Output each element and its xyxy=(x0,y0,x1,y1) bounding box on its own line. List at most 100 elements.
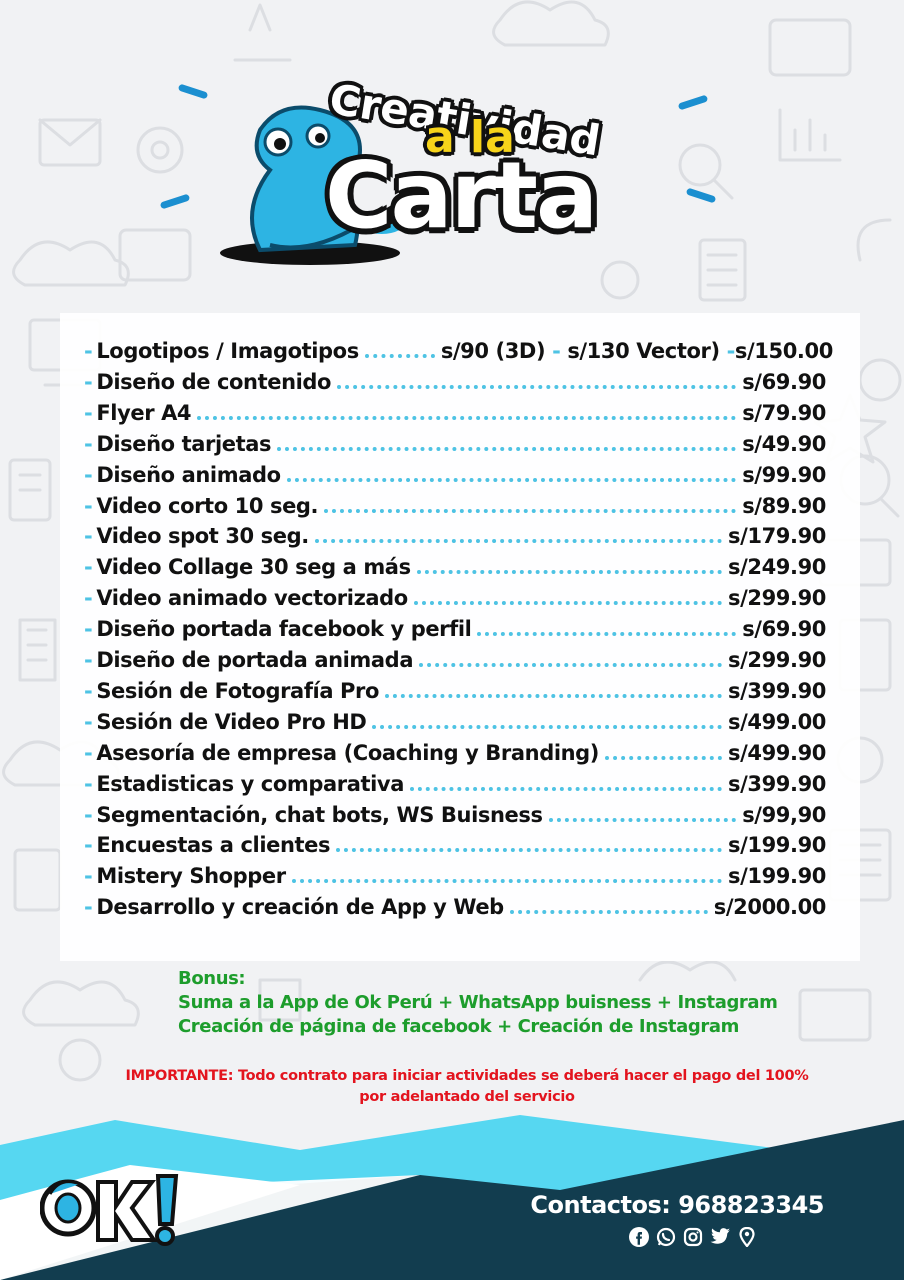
bullet-dash: - xyxy=(84,431,93,456)
price-row: - Mistery Shopper s/199.90 xyxy=(84,864,826,895)
service-variants: s/90 (3D) - s/130 Vector) - xyxy=(440,339,736,363)
service-price: s/150.00 xyxy=(734,339,833,363)
service-name: Video Collage 30 seg a más xyxy=(96,555,411,580)
dotted-leader xyxy=(324,503,737,513)
price-row-logotipos: - Logotipos / Imagotipos s/90 (3D) - s/1… xyxy=(84,339,833,370)
important-line-2: por adelantado del servicio xyxy=(359,1089,575,1105)
price-row: - Flyer A4 s/79.90 xyxy=(84,401,826,432)
service-name: Mistery Shopper xyxy=(96,864,286,889)
price-row: - Asesoría de empresa (Coaching y Brandin… xyxy=(84,741,826,772)
ok-peru-logo xyxy=(40,1174,179,1246)
price-row: - Encuestas a clientes s/199.90 xyxy=(84,833,826,864)
service-name: Video spot 30 seg. xyxy=(96,524,309,549)
service-price: s/179.90 xyxy=(727,524,826,549)
twitter-icon[interactable] xyxy=(709,1226,731,1248)
location-pin-icon[interactable] xyxy=(736,1226,758,1248)
bullet-dash: - xyxy=(84,648,93,672)
price-row: - Sesión de Video Pro HD s/499.00 xyxy=(84,710,826,741)
service-price: s/499.90 xyxy=(727,740,826,765)
service-name: Diseño tarjetas xyxy=(96,431,272,456)
bullet-dash: - xyxy=(84,617,93,642)
dotted-leader xyxy=(413,595,722,606)
bonus-line-1: Suma a la App de Ok Perú + WhatsApp buis… xyxy=(178,992,778,1013)
dotted-leader xyxy=(419,657,722,667)
service-name: Asesoría de empresa (Coaching y Branding… xyxy=(96,740,600,765)
price-row: - Video spot 30 seg. s/179.90 xyxy=(84,524,826,555)
service-name: Desarrollo y creación de App y Web xyxy=(96,895,504,920)
service-price: s/499.00 xyxy=(727,709,826,734)
price-row: - Video corto 10 seg. s/89.90 xyxy=(84,494,826,525)
dotted-leader xyxy=(277,441,737,451)
dotted-leader xyxy=(197,410,737,420)
service-name: Estadisticas y comparativa xyxy=(96,771,404,796)
service-price: s/2000.00 xyxy=(713,895,827,920)
bullet-dash: - xyxy=(84,369,93,394)
price-row: - Diseño de portada animada s/299.90 xyxy=(84,648,826,679)
service-name: Video animado vectorizado xyxy=(96,586,408,611)
price-row: - Video Collage 30 seg a más s/249.90 xyxy=(84,555,826,586)
dotted-leader xyxy=(605,750,722,760)
bullet-dash: - xyxy=(84,555,93,580)
price-row: - Diseño portada facebook y perfil s/69.90 xyxy=(84,617,826,648)
dotted-leader xyxy=(364,348,435,358)
price-row: - Desarrollo y creación de App y Web s/200… xyxy=(84,895,826,926)
price-row: - Diseño de contenido s/69.90 xyxy=(84,370,826,401)
price-row: - Diseño tarjetas s/49.90 xyxy=(84,432,826,463)
price-row: - Estadisticas y comparativa s/399.90 xyxy=(84,772,826,803)
price-row: - Video animado vectorizado s/299.90 xyxy=(84,586,826,617)
variant-3d-price: s/90 (3D) xyxy=(440,339,546,363)
service-price: s/79.90 xyxy=(742,400,826,425)
service-name: Video corto 10 seg. xyxy=(96,493,319,518)
service-price: s/99,90 xyxy=(742,802,826,827)
bullet-dash: - xyxy=(84,524,93,549)
service-price: s/99.90 xyxy=(742,462,826,487)
dotted-leader xyxy=(409,781,722,791)
facebook-icon[interactable] xyxy=(628,1226,650,1248)
bullet-dash: - xyxy=(84,339,93,363)
instagram-icon[interactable] xyxy=(682,1226,704,1248)
service-name: Encuestas a clientes xyxy=(96,833,331,858)
service-name: Flyer A4 xyxy=(96,400,192,425)
dotted-leader xyxy=(509,904,708,915)
price-row: - Diseño animado s/99.90 xyxy=(84,463,826,494)
service-name: Segmentación, chat bots, WS Buisness xyxy=(96,802,543,827)
service-name: Diseño de contenido xyxy=(96,369,332,394)
dotted-leader xyxy=(372,719,722,729)
service-price: s/299.90 xyxy=(727,586,826,611)
bullet-dash: - xyxy=(84,864,93,889)
dotted-leader xyxy=(314,533,722,544)
service-price: s/399.90 xyxy=(727,678,826,703)
important-line-1: IMPORTANTE: Todo contrato para iniciar a… xyxy=(125,1068,809,1084)
dotted-leader xyxy=(416,564,722,575)
service-price: s/69.90 xyxy=(742,617,826,642)
bonus-section: Bonus: Suma a la App de Ok Perú + WhatsA… xyxy=(178,967,798,1039)
dotted-leader xyxy=(336,842,722,853)
service-price: s/199.90 xyxy=(727,864,826,889)
price-row: - Sesión de Fotografía Pro s/399.90 xyxy=(84,679,826,710)
service-price: s/299.90 xyxy=(727,648,826,672)
bullet-dash: - xyxy=(84,802,93,827)
dotted-leader xyxy=(337,379,737,389)
service-name: Diseño portada facebook y perfil xyxy=(96,617,472,642)
service-name: Sesión de Video Pro HD xyxy=(96,709,367,734)
dotted-leader xyxy=(286,472,737,482)
title-carta: Carta xyxy=(325,142,598,249)
bullet-dash: - xyxy=(84,771,93,796)
important-notice: IMPORTANTE: Todo contrato para iniciar a… xyxy=(100,1066,834,1108)
dotted-leader xyxy=(385,688,722,698)
bonus-title: Bonus: xyxy=(178,968,246,989)
service-name: Diseño de portada animada xyxy=(96,648,414,672)
service-price: s/49.90 xyxy=(742,431,826,456)
bullet-dash: - xyxy=(84,493,93,518)
bullet-dash: - xyxy=(84,833,93,858)
service-price: s/89.90 xyxy=(742,493,826,518)
variant-vector-price: s/130 Vector) xyxy=(567,339,720,363)
price-row: - Segmentación, chat bots, WS Buisness s/9… xyxy=(84,803,826,834)
dotted-leader xyxy=(291,873,722,884)
service-price: s/199.90 xyxy=(727,833,826,858)
service-name: Diseño animado xyxy=(96,462,281,487)
dotted-leader xyxy=(548,812,737,822)
whatsapp-icon[interactable] xyxy=(655,1226,677,1248)
bullet-dash: - xyxy=(84,740,93,765)
bullet-dash: - xyxy=(84,895,93,920)
